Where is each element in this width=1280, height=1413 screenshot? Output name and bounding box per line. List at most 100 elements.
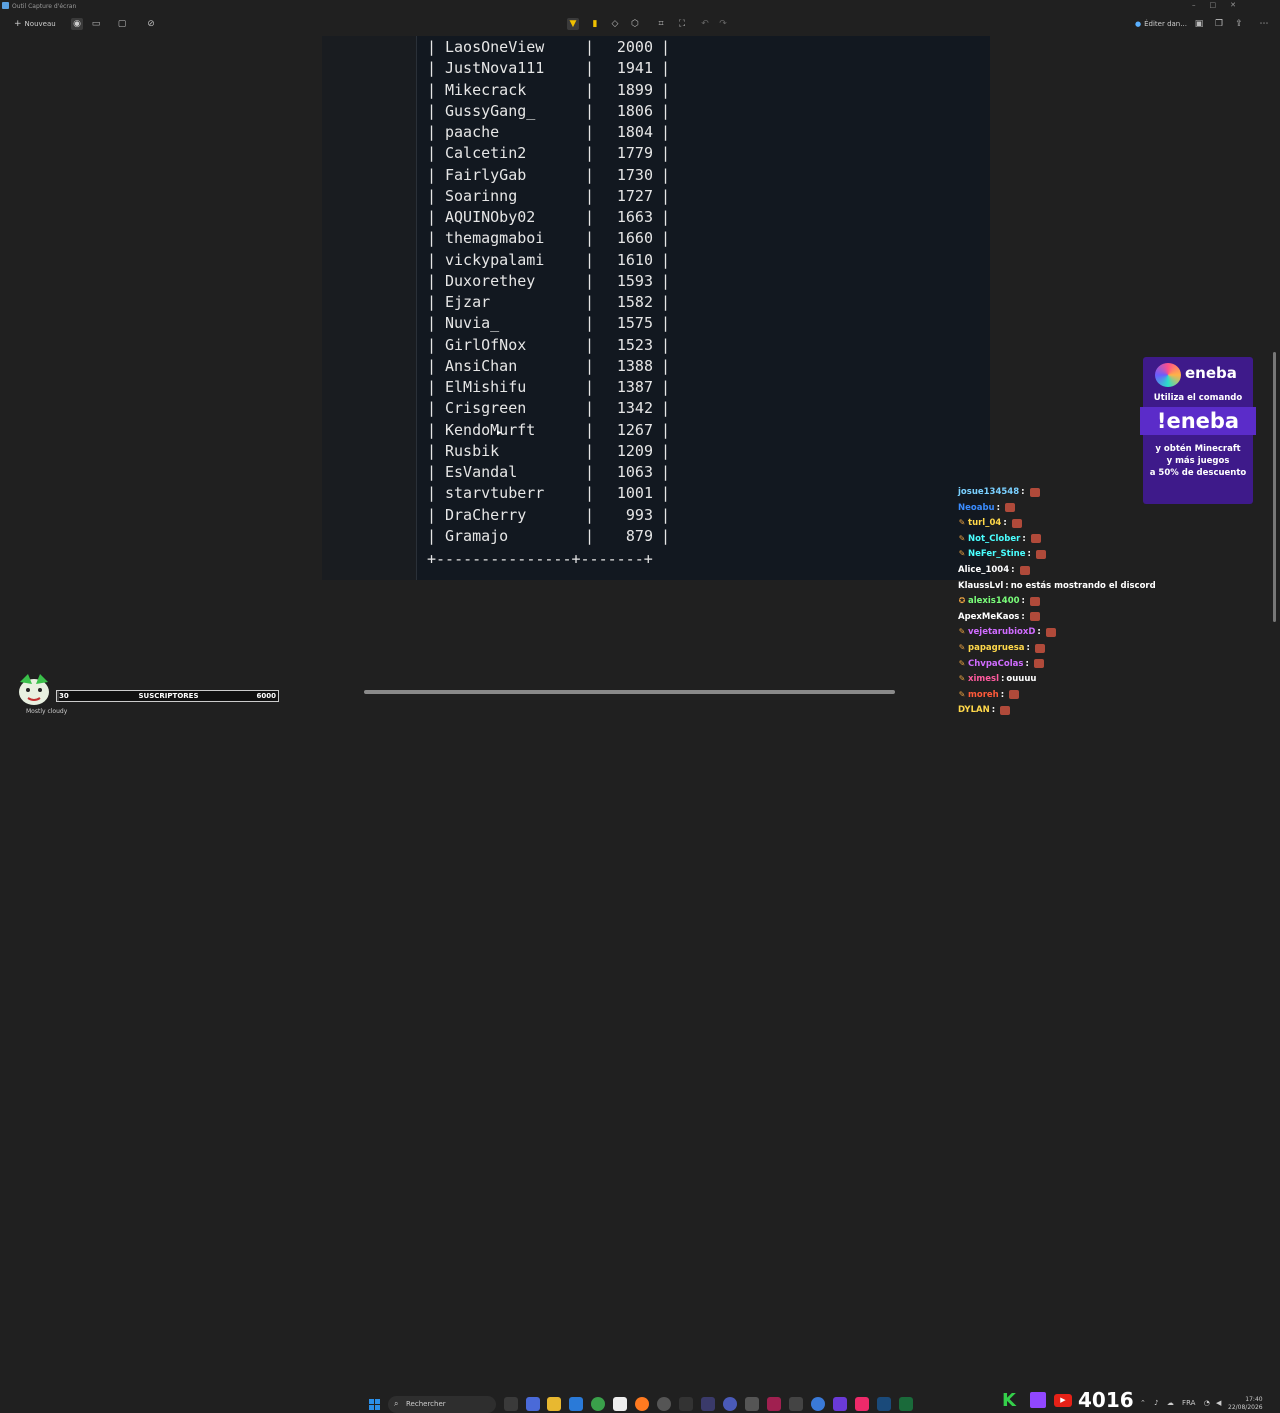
chat-app-icon[interactable]	[526, 1397, 540, 1411]
app-icon-3[interactable]	[723, 1397, 737, 1411]
more-icon[interactable]: ⋯	[1258, 18, 1270, 30]
shapes-icon[interactable]: ⬡	[629, 18, 641, 30]
app-icon-8[interactable]	[833, 1397, 847, 1411]
chat-badge-icon: ✎	[958, 627, 966, 637]
app-icon-9[interactable]	[899, 1397, 913, 1411]
app-tray-icon[interactable]: ☁	[1167, 1399, 1174, 1407]
task-view-icon[interactable]	[504, 1397, 518, 1411]
new-button[interactable]: + Nouveau	[14, 17, 56, 31]
windows-start-icon[interactable]	[369, 1399, 380, 1410]
chat-username[interactable]: josue134548	[958, 487, 1019, 497]
ad-command: !eneba	[1156, 409, 1240, 433]
player-score: 1063	[616, 463, 653, 481]
column-separator: |	[661, 101, 671, 120]
notepad-icon[interactable]	[613, 1397, 627, 1411]
crop-icon[interactable]: ⌗	[655, 18, 667, 30]
horizontal-scrollbar[interactable]	[364, 690, 895, 694]
column-separator: |	[427, 59, 437, 78]
chat-separator: :	[1027, 549, 1031, 560]
chat-username[interactable]: NeFer_Stine	[968, 549, 1025, 559]
player-score: 1730	[616, 165, 653, 184]
chat-message: Alice_1004:	[958, 564, 1030, 576]
plus-icon: +	[14, 19, 22, 29]
firefox-icon[interactable]	[635, 1397, 649, 1411]
chat-username[interactable]: Alice_1004	[958, 565, 1009, 575]
obs-icon[interactable]	[657, 1397, 671, 1411]
app-icon-6[interactable]	[789, 1397, 803, 1411]
chat-username[interactable]: ApexMeKaos	[958, 612, 1019, 622]
camera-icon[interactable]: ◉	[71, 18, 83, 30]
volume-icon[interactable]: ◀	[1216, 1399, 1221, 1407]
timer-icon[interactable]: ⊘	[145, 18, 157, 30]
column-separator: |	[427, 441, 437, 460]
column-separator: |	[585, 38, 595, 56]
chat-emote-icon	[1019, 565, 1030, 575]
chat-username[interactable]: turl_04	[968, 518, 1001, 528]
chat-username[interactable]: ChvpaColas	[968, 659, 1023, 669]
clock[interactable]: 17:40 22/08/2026	[1228, 1396, 1263, 1412]
save-icon[interactable]: ▣	[1193, 18, 1205, 30]
app-icon-5[interactable]	[767, 1397, 781, 1411]
chat-username[interactable]: ximesl	[968, 674, 999, 684]
player-name: KendoMurft	[445, 420, 536, 439]
column-separator: |	[661, 59, 671, 78]
chat-emote-icon	[1011, 518, 1022, 528]
tiktok-icon[interactable]	[855, 1397, 869, 1411]
language-indicator[interactable]: FRA	[1182, 1399, 1195, 1407]
highlighter-icon[interactable]: ▮	[589, 18, 601, 30]
store-icon[interactable]	[569, 1397, 583, 1411]
chat-badge-icon: ✎	[958, 518, 966, 528]
player-score: 993	[625, 505, 653, 524]
undo-icon[interactable]: ↶	[699, 18, 711, 30]
app-icon-7[interactable]	[811, 1397, 825, 1411]
chrome-icon[interactable]	[591, 1397, 605, 1411]
chat-username[interactable]: KlaussLvl	[958, 581, 1003, 591]
redo-icon[interactable]: ↷	[717, 18, 729, 30]
chat-username[interactable]: papagruesa	[968, 643, 1025, 653]
rectangle-mode-icon[interactable]: ▢	[116, 18, 128, 30]
chat-username[interactable]: vejetarubioxD	[968, 627, 1035, 637]
chat-username[interactable]: Not_Clober	[968, 534, 1020, 544]
system-tray[interactable]: ⌃ ♪ ☁ FRA ◔ ◀	[1140, 1399, 1221, 1407]
chat-badge-icon: ✎	[958, 674, 966, 684]
eneba-logo-icon	[1155, 363, 1181, 387]
mic-icon[interactable]: ♪	[1154, 1399, 1158, 1407]
chat-username[interactable]: alexis1400	[968, 596, 1020, 606]
file-explorer-icon[interactable]	[547, 1397, 561, 1411]
chat-emote-icon	[1035, 549, 1046, 559]
column-separator: |	[585, 186, 595, 205]
copy-icon[interactable]: ❐	[1213, 18, 1225, 30]
video-icon[interactable]: ▭	[90, 18, 102, 30]
taskbar-search[interactable]: ⌕ Rechercher	[388, 1396, 496, 1413]
ocr-icon[interactable]: ⛶	[676, 18, 688, 30]
app-icon-1[interactable]	[679, 1397, 693, 1411]
steam-icon[interactable]	[877, 1397, 891, 1411]
player-score: 1660	[616, 229, 653, 248]
pen-icon[interactable]: ▼	[567, 18, 579, 30]
column-separator: |	[585, 250, 595, 269]
vertical-scrollbar[interactable]	[1273, 352, 1276, 622]
player-name: Ejzar	[445, 293, 491, 311]
table-bottom-border: +---------------+-------+	[427, 550, 653, 568]
column-separator: |	[427, 101, 437, 120]
eneba-ad: eneba Utiliza el comando !eneba y obtén …	[1140, 357, 1256, 504]
player-score: 1779	[616, 144, 653, 163]
player-score: 1663	[616, 208, 653, 226]
app-icon-2[interactable]	[701, 1397, 715, 1411]
column-separator: |	[427, 484, 437, 503]
ad-line3a: y obtén Minecraft	[1155, 444, 1241, 454]
column-separator: |	[661, 399, 671, 418]
chevron-up-icon[interactable]: ⌃	[1140, 1399, 1146, 1407]
eraser-icon[interactable]: ◇	[609, 18, 621, 30]
app-icon-4[interactable]	[745, 1397, 759, 1411]
column-separator: |	[585, 420, 595, 439]
edit-in-button[interactable]: ● Éditer dan...	[1135, 17, 1187, 31]
chat-username[interactable]: Neoabu	[958, 503, 995, 513]
column-separator: |	[661, 335, 671, 354]
chat-emote-icon	[1034, 643, 1045, 653]
share-icon[interactable]: ⇪	[1233, 18, 1245, 30]
player-score: 1001	[616, 484, 653, 503]
column-separator: |	[661, 123, 671, 141]
wifi-icon[interactable]: ◔	[1204, 1399, 1210, 1407]
window-controls[interactable]: –□✕	[1192, 1, 1250, 9]
